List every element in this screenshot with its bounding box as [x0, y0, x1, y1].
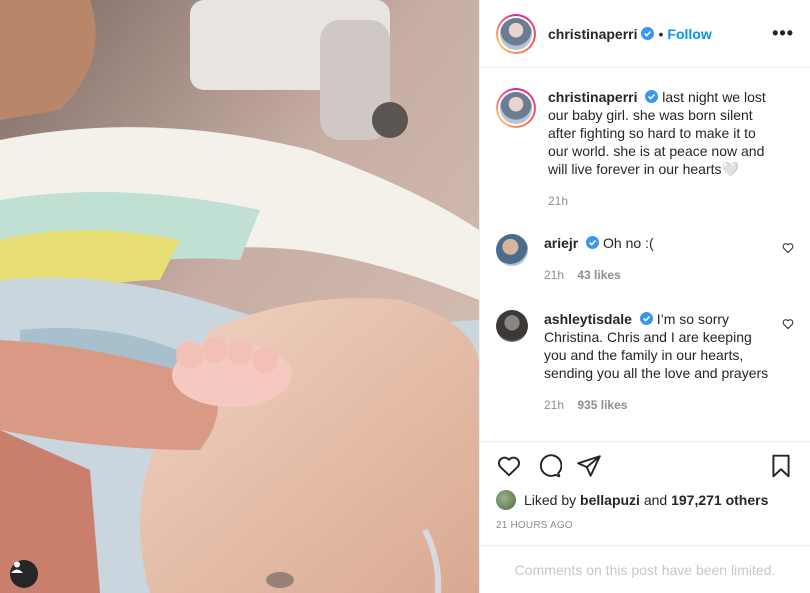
verified-badge-icon — [645, 90, 659, 103]
baby-hands-photo — [0, 0, 479, 593]
post-sidebar: christinaperri • Follow ••• christinaper… — [479, 0, 810, 593]
user-tag-icon[interactable] — [10, 560, 38, 588]
post-actions: Liked by bellapuzi and 197,271 others 21… — [480, 441, 810, 531]
header-separator: • — [658, 25, 664, 42]
bookmark-icon[interactable] — [768, 453, 794, 479]
follow-button[interactable]: Follow — [667, 26, 711, 42]
verified-badge-icon — [586, 236, 600, 249]
heart-outline-icon[interactable] — [496, 453, 522, 479]
comment-like-icon[interactable] — [782, 318, 794, 330]
caption: christinaperri last night we lost our ba… — [496, 88, 794, 210]
likes-summary: Liked by bellapuzi and 197,271 others — [496, 490, 794, 510]
caption-avatar[interactable] — [496, 88, 536, 128]
comments-list: christinaperri last night we lost our ba… — [480, 68, 810, 441]
verified-badge-icon — [641, 27, 655, 40]
liker-username[interactable]: bellapuzi — [580, 492, 640, 508]
comment-time[interactable]: 21h — [544, 268, 564, 282]
liker-avatar[interactable] — [496, 490, 516, 510]
comment-time[interactable]: 21h — [544, 398, 564, 412]
author-avatar[interactable] — [496, 13, 536, 54]
caption-username[interactable]: christinaperri — [548, 89, 637, 105]
comments-limited-notice: Comments on this post have been limited. — [480, 545, 810, 593]
commenter-avatar[interactable] — [496, 234, 528, 266]
comment-item: ashleytisdale I’m so sorry Christina. Ch… — [496, 310, 794, 414]
comment-username[interactable]: ariejr — [544, 235, 578, 251]
verified-badge-icon — [639, 312, 653, 325]
post-header: christinaperri • Follow ••• — [480, 0, 810, 68]
instagram-post: christinaperri • Follow ••• christinaper… — [0, 0, 810, 593]
speech-bubble-icon[interactable] — [536, 453, 562, 479]
action-bar — [496, 452, 794, 480]
likes-others[interactable]: 197,271 others — [671, 492, 768, 508]
likes-middle: and — [643, 492, 668, 508]
comment-like-icon[interactable] — [782, 242, 794, 254]
comment-likes[interactable]: 935 likes — [577, 398, 627, 412]
commenter-avatar[interactable] — [496, 310, 528, 342]
author-username[interactable]: christinaperri — [548, 26, 637, 42]
paper-plane-icon[interactable] — [576, 453, 602, 479]
post-timestamp[interactable]: 21 HOURS AGO — [496, 520, 794, 531]
comment-text: Oh no :( — [603, 235, 654, 251]
post-photo[interactable] — [0, 0, 479, 593]
caption-time[interactable]: 21h — [548, 194, 568, 208]
more-options-icon[interactable]: ••• — [772, 23, 794, 44]
likes-prefix: Liked by — [524, 492, 577, 508]
comment-username[interactable]: ashleytisdale — [544, 311, 632, 327]
comment-item: ariejr Oh no :( 21h 43 likes — [496, 234, 794, 284]
comment-likes[interactable]: 43 likes — [577, 268, 620, 282]
